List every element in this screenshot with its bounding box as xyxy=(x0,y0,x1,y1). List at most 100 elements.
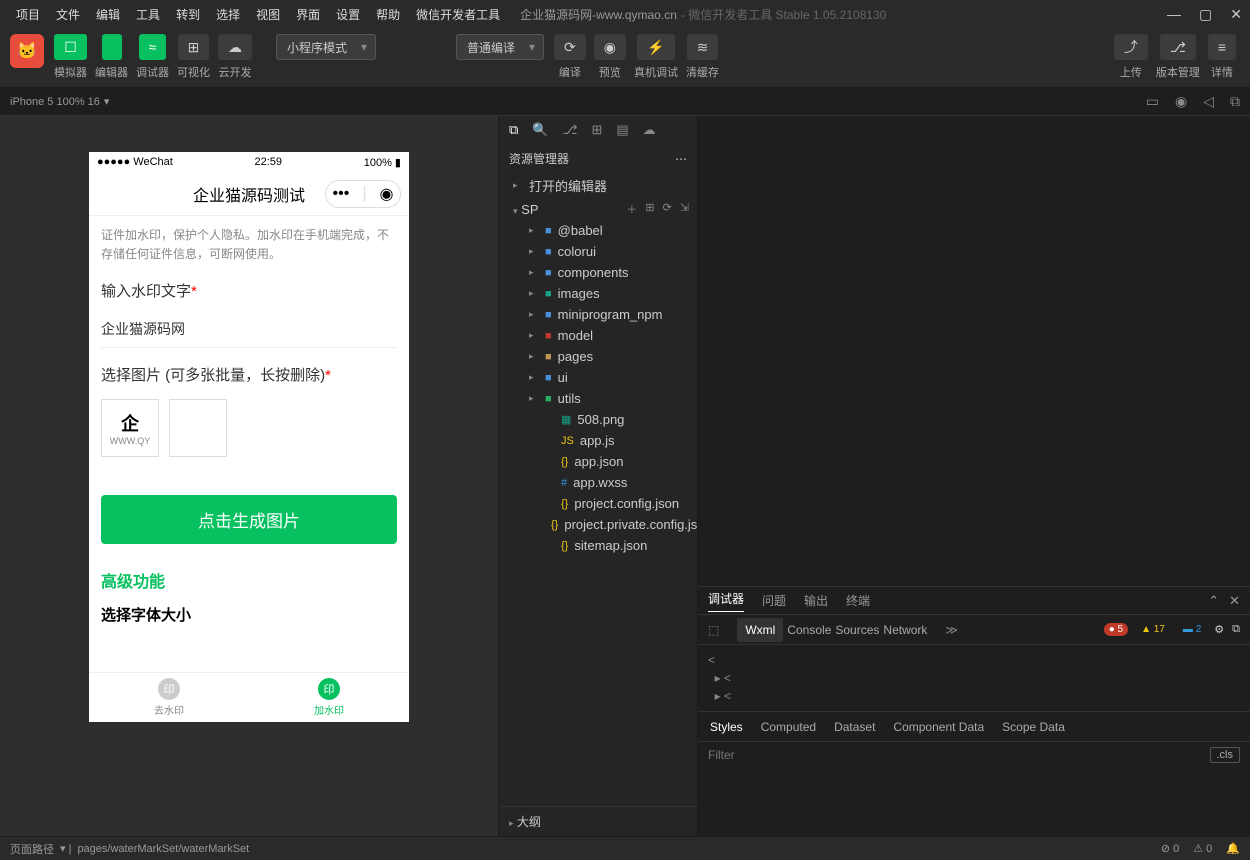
styletab-Scope Data[interactable]: Scope Data xyxy=(1002,720,1065,734)
tree-model[interactable]: ▸■model xyxy=(499,325,697,346)
filter-input[interactable] xyxy=(708,748,1210,762)
right-详情[interactable]: ≡ xyxy=(1208,34,1236,60)
error-count[interactable]: ● 5 xyxy=(1104,623,1128,636)
tab-加水印[interactable]: 印加水印 xyxy=(249,673,409,722)
devtab-Wxml[interactable]: Wxml xyxy=(737,618,783,642)
compile-select[interactable]: 普通编译 xyxy=(456,34,544,60)
refresh-icon[interactable]: ⟳ xyxy=(663,201,672,217)
action-编译[interactable]: ⟳ xyxy=(554,34,586,60)
opened-editors-section[interactable]: ▸打开的编辑器 xyxy=(499,173,697,198)
rotate-icon[interactable]: ▭ xyxy=(1146,93,1159,110)
git-icon[interactable]: ⎇ xyxy=(562,122,577,138)
tree-app.json[interactable]: {}app.json xyxy=(499,451,697,472)
right-版本管理[interactable]: ⎇ xyxy=(1160,34,1196,60)
menu-设置[interactable]: 设置 xyxy=(328,8,368,22)
styletab-Computed[interactable]: Computed xyxy=(761,720,816,734)
tree-pages[interactable]: ▸■pages xyxy=(499,346,697,367)
device-label[interactable]: iPhone 5 100% 16 xyxy=(10,96,100,108)
action-真机调试[interactable]: ⚡ xyxy=(637,34,674,60)
debug-tab-输出[interactable]: 输出 xyxy=(804,592,828,609)
menu-帮助[interactable]: 帮助 xyxy=(368,8,408,22)
menu-微信开发者工具[interactable]: 微信开发者工具 xyxy=(408,8,508,22)
tb-调试器[interactable]: ≈ xyxy=(139,34,167,60)
root-folder[interactable]: ▾ SP ＋⊞⟳⇲ xyxy=(499,198,697,220)
debug-tab-调试器[interactable]: 调试器 xyxy=(708,590,744,612)
status-item[interactable]: ⚠ 0 xyxy=(1193,842,1212,855)
build-icon[interactable]: ▤ xyxy=(616,122,628,138)
device-dropdown-icon[interactable]: ▾ xyxy=(104,95,110,108)
tree-images[interactable]: ▸■images xyxy=(499,283,697,304)
menu-编辑[interactable]: 编辑 xyxy=(88,8,128,22)
page-path-value[interactable]: pages/waterMarkSet/waterMarkSet xyxy=(77,843,249,855)
tb-模拟器[interactable]: ☐ xyxy=(54,34,87,60)
right-上传[interactable]: ⤴ xyxy=(1114,34,1148,60)
gear-icon[interactable]: ⚙ xyxy=(1214,623,1224,636)
status-item[interactable]: ⊘ 0 xyxy=(1161,842,1179,855)
menu-dots-icon[interactable]: ••• xyxy=(333,185,350,203)
new-folder-icon[interactable]: ⊞ xyxy=(645,201,654,217)
restore-icon[interactable]: ⧉ xyxy=(1230,93,1240,110)
outline-section[interactable]: ▸ 大纲 xyxy=(499,806,697,836)
cloud-icon[interactable]: ☁ xyxy=(643,122,656,138)
watermark-input[interactable]: 企业猫源码网 xyxy=(101,311,397,348)
tree-508.png[interactable]: ▦508.png xyxy=(499,409,697,430)
tree-components[interactable]: ▸■components xyxy=(499,262,697,283)
tb-可视化[interactable]: ⊞ xyxy=(178,34,210,60)
add-image-button[interactable] xyxy=(169,399,227,457)
tree-app.js[interactable]: JSapp.js xyxy=(499,430,697,451)
tree-app.wxss[interactable]: #app.wxss xyxy=(499,472,697,493)
mode-select[interactable]: 小程序模式 xyxy=(276,34,376,60)
devtab-Network[interactable]: Network xyxy=(883,623,927,637)
action-清缓存[interactable]: ≋ xyxy=(687,34,719,60)
tb-云开发[interactable]: ☁ xyxy=(218,34,252,60)
menu-转到[interactable]: 转到 xyxy=(168,8,208,22)
files-icon[interactable]: ⧉ xyxy=(509,122,518,138)
generate-button[interactable]: 点击生成图片 xyxy=(101,495,397,544)
capsule-button[interactable]: ••• | ◉ xyxy=(325,180,401,208)
styletab-Component Data[interactable]: Component Data xyxy=(893,720,984,734)
dock-icon[interactable]: ⧉ xyxy=(1232,623,1240,636)
tree-sitemap.json[interactable]: {}sitemap.json xyxy=(499,535,697,556)
menu-选择[interactable]: 选择 xyxy=(208,8,248,22)
cls-toggle[interactable]: .cls xyxy=(1210,747,1241,763)
maximize-icon[interactable]: ▢ xyxy=(1199,6,1212,23)
styletab-Dataset[interactable]: Dataset xyxy=(834,720,875,734)
tree-colorui[interactable]: ▸■colorui xyxy=(499,241,697,262)
warning-count[interactable]: ▲ 17 xyxy=(1136,623,1170,636)
devtab-Console[interactable]: Console xyxy=(787,623,831,637)
tree-miniprogram_npm[interactable]: ▸■miniprogram_npm xyxy=(499,304,697,325)
panel-close-icon[interactable]: ✕ xyxy=(1229,593,1240,609)
target-icon[interactable]: ◉ xyxy=(380,184,394,204)
styletab-Styles[interactable]: Styles xyxy=(710,720,743,734)
tb-编辑器[interactable] xyxy=(102,34,122,60)
image-thumb[interactable]: 企WWW.QY xyxy=(101,399,159,457)
menu-视图[interactable]: 视图 xyxy=(248,8,288,22)
debug-tab-问题[interactable]: 问题 xyxy=(762,592,786,609)
more-tabs-icon[interactable]: ≫ xyxy=(945,623,958,637)
devtab-Sources[interactable]: Sources xyxy=(835,623,879,637)
more-icon[interactable]: ⋯ xyxy=(675,152,687,166)
close-icon[interactable]: ✕ xyxy=(1230,6,1242,23)
record-icon[interactable]: ◉ xyxy=(1175,93,1187,110)
action-预览[interactable]: ◉ xyxy=(594,34,626,60)
panel-up-icon[interactable]: ⌃ xyxy=(1208,593,1219,609)
tree-@babel[interactable]: ▸■@babel xyxy=(499,220,697,241)
new-file-icon[interactable]: ＋ xyxy=(626,201,637,217)
tree-project.config.json[interactable]: {}project.config.json xyxy=(499,493,697,514)
tree-ui[interactable]: ▸■ui xyxy=(499,367,697,388)
menu-文件[interactable]: 文件 xyxy=(48,8,88,22)
search-icon[interactable]: 🔍 xyxy=(532,122,548,138)
ext-icon[interactable]: ⊞ xyxy=(591,122,602,138)
status-item[interactable]: 🔔 xyxy=(1226,842,1240,855)
tree-utils[interactable]: ▸■utils xyxy=(499,388,697,409)
minimize-icon[interactable]: — xyxy=(1167,6,1181,23)
debug-tab-终端[interactable]: 终端 xyxy=(846,592,870,609)
tree-project.private.config.js...[interactable]: {}project.private.config.js... xyxy=(499,514,697,535)
menu-项目[interactable]: 项目 xyxy=(8,8,48,22)
menu-界面[interactable]: 界面 xyxy=(288,8,328,22)
inspect-icon[interactable]: ⬚ xyxy=(708,623,719,637)
wxml-tree[interactable]: < ▸ < ▸ < xyxy=(698,645,1250,711)
tab-去水印[interactable]: 印去水印 xyxy=(89,673,249,722)
info-count[interactable]: ▬ 2 xyxy=(1178,623,1206,636)
mute-icon[interactable]: ◁ xyxy=(1203,93,1214,110)
